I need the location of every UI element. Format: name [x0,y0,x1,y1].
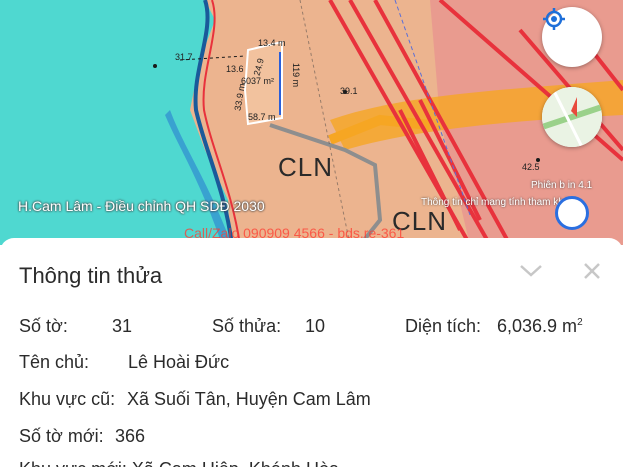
notice-label: Thông tin chỉ mang tính tham khảo [421,197,575,208]
plot-dimension: 13.4 m [258,38,286,48]
plot-dimension: 13.6 [226,64,244,74]
new-area-row-clipped: Khu vực mới: Xã Cam Hiệp, Khánh Hòa [19,459,339,467]
sheet-no-value: 31 [112,316,133,336]
parcel-no-label: Số thửa: [212,316,282,336]
area-unit-superscript: 2 [577,317,583,328]
owner-value: Lê Hoài Đức [128,352,230,372]
area-value: 6,036.9 m2 [497,316,583,337]
old-area-label: Khu vực cũ: [19,389,116,409]
plot-dimension: 119 m [291,62,302,88]
old-area-value: Xã Suối Tân, Huyện Cam Lâm [127,389,371,409]
close-icon[interactable] [583,262,601,280]
zone-label: CLN [278,152,334,182]
new-sheet-value: 366 [115,426,146,446]
elevation-label: 31.7 [175,52,193,62]
layer-switch-button[interactable] [542,87,602,147]
elevation-label: 39.1 [340,86,358,96]
plot-area-label: 6037 m² [241,76,275,86]
chevron-down-icon[interactable] [519,263,543,279]
version-label: Phiên b in 4.1 [531,180,593,191]
plot-dimension: 58.7 m [248,112,276,122]
panel-title: Thông tin thửa [19,263,163,288]
elevation-label: 42.5 [522,162,540,172]
parcel-info-panel: Thông tin thửa Số tờ: 31 Số thửa: 10 Diệ… [0,238,623,467]
new-sheet-label: Số tờ mới: [19,426,104,446]
new-area-text: Khu vực mới: Xã Cam Hiệp, Khánh Hòa [19,459,339,467]
owner-label: Tên chủ: [19,352,90,372]
parcel-no-value: 10 [305,316,326,336]
map-layer-thumbnail-icon [542,87,602,147]
parcel-numbers-row: Số tờ: [19,316,68,337]
map-view[interactable]: 31.7 39.1 42.5 13.4 m 119 m 58.7 m 13.6 … [0,0,623,245]
locate-icon [543,8,565,30]
region-label: H.Cam Lâm - Điều chỉnh QH SDĐ 2030 [18,198,265,214]
sheet-no-label: Số tờ: [19,316,68,336]
area-number: 6,036.9 m [497,316,578,336]
current-position-marker [555,196,589,230]
area-label: Diện tích: [405,316,482,336]
locate-button[interactable] [542,7,602,67]
